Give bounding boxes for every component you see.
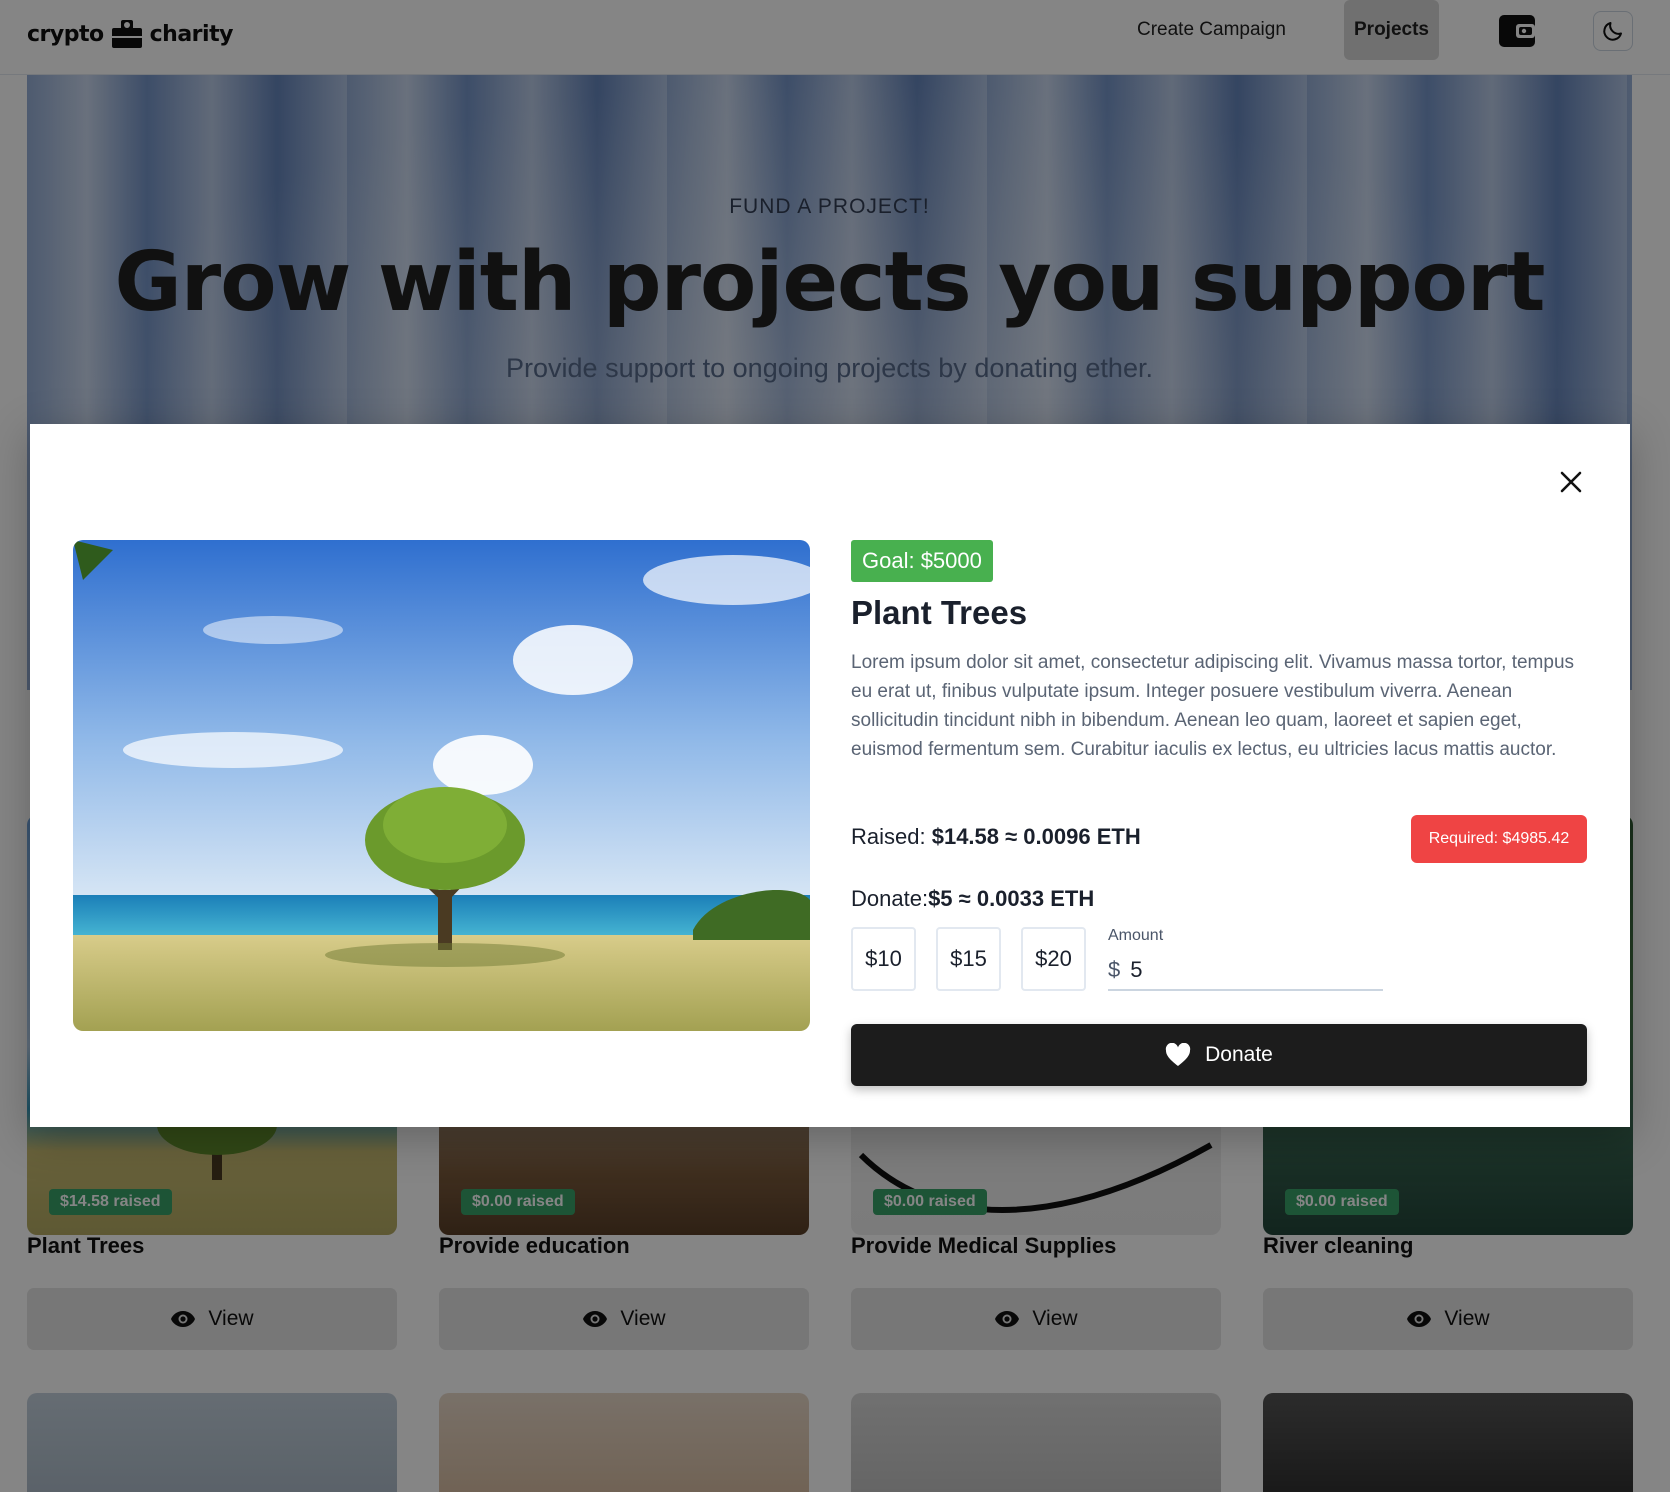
donate-value: $5 ≈ 0.0033 ETH [928,886,1095,911]
donation-modal: Goal: $5000 Plant Trees Lorem ipsum dolo… [30,424,1630,1127]
amount-10-button[interactable]: $10 [851,927,916,991]
amount-label: Amount [1108,927,1164,944]
donate-button-label: Donate [1205,1043,1273,1066]
close-button[interactable] [1555,466,1587,498]
project-title: Plant Trees [851,594,1028,631]
hero-subtitle: Provide support to ongoing projects by d… [506,353,1153,383]
raised-label: Raised: [851,824,926,849]
hero-eyebrow: FUND A PROJECT! [729,195,930,218]
donate-amount: Donate:$5 ≈ 0.0033 ETH [851,886,1094,912]
amount-20-button[interactable]: $20 [1021,927,1086,991]
project-image [73,540,810,1031]
project-description: Lorem ipsum dolor sit amet, consectetur … [851,652,1575,760]
currency-symbol: $ [1108,957,1121,982]
close-icon [1560,471,1582,493]
required-badge: Required: $4985.42 [1411,815,1587,863]
heart-icon [1165,1043,1191,1066]
raised-value: $14.58 ≈ 0.0096 ETH [931,824,1141,849]
raised-amount: Raised: $14.58 ≈ 0.0096 ETH [851,824,1141,850]
amount-input[interactable]: $ 5 [1108,951,1383,991]
donate-button[interactable]: Donate [851,1024,1587,1086]
goal-badge: Goal: $5000 [851,540,993,582]
donate-label: Donate: [851,886,929,911]
hero-title: Grow with projects you support [114,235,1546,330]
amount-value[interactable]: 5 [1130,957,1142,983]
amount-15-button[interactable]: $15 [936,927,1001,991]
